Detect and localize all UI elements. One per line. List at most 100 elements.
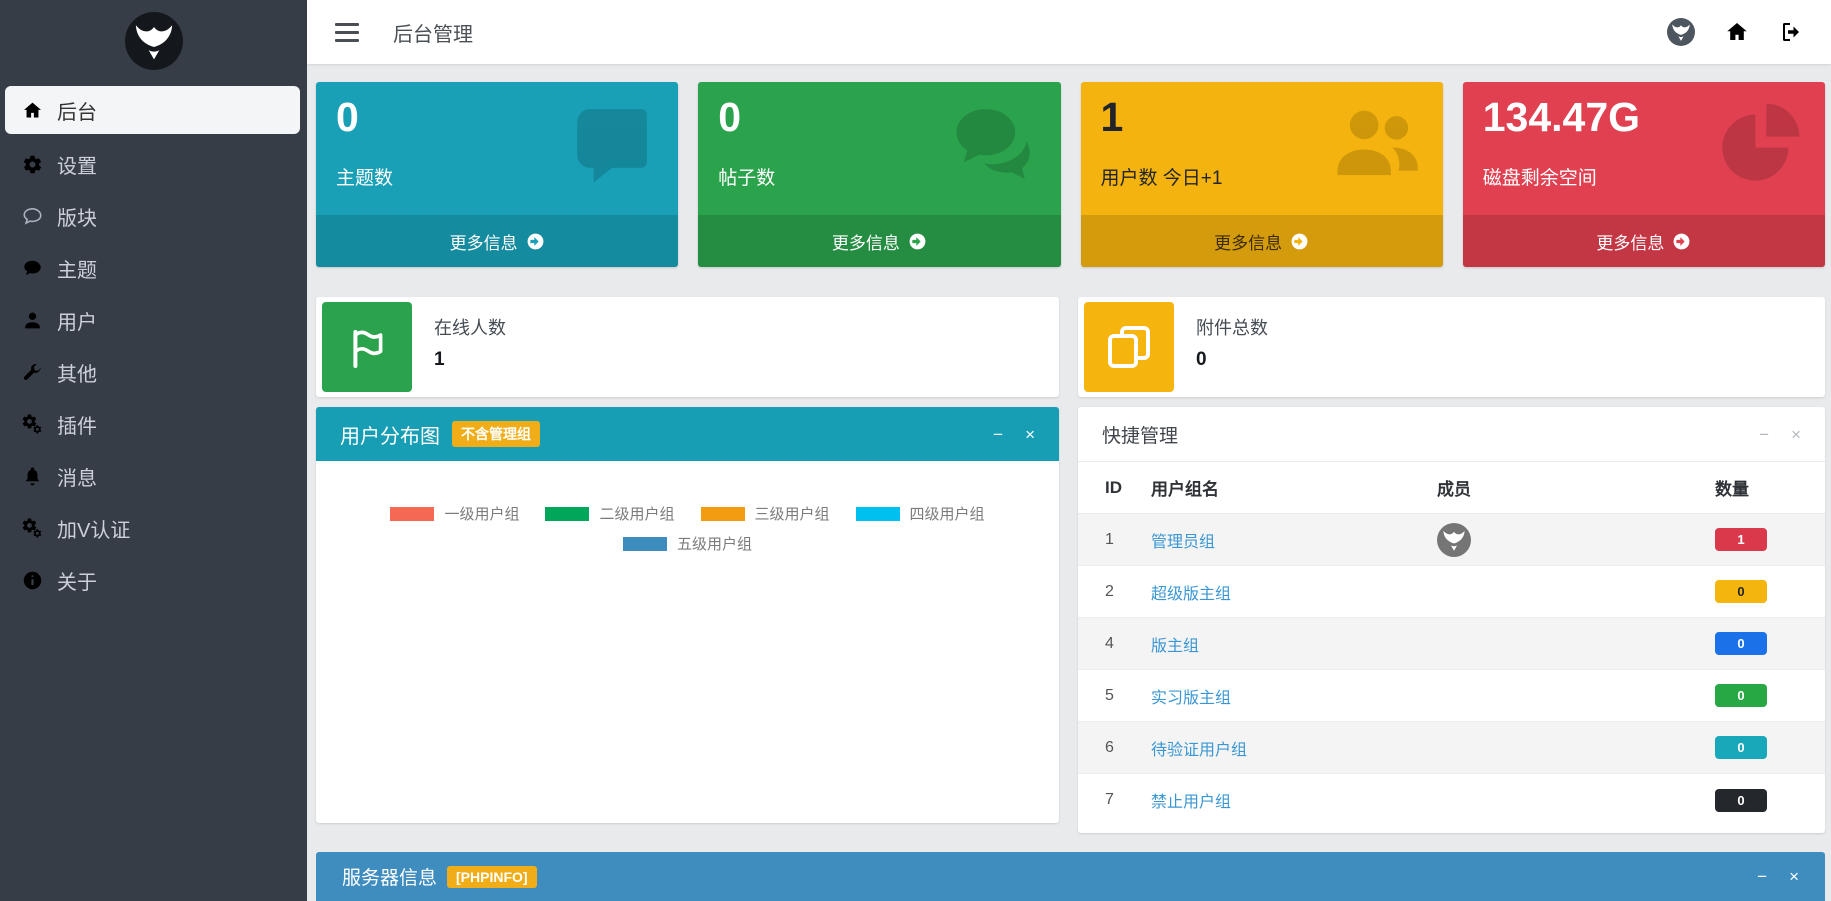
legend-swatch <box>856 507 900 521</box>
column-members: 成员 <box>1437 475 1715 500</box>
sidebar-item-verification[interactable]: 加V认证 <box>0 502 307 554</box>
home-icon <box>22 100 43 121</box>
sidebar-item-label: 后台 <box>57 96 97 125</box>
close-icon[interactable]: × <box>1789 868 1799 885</box>
sidebar-item-plugins[interactable]: 插件 <box>0 398 307 450</box>
more-info-link[interactable]: 更多信息 <box>1081 215 1443 267</box>
count-badge: 0 <box>1715 736 1767 759</box>
row-id: 2 <box>1105 583 1151 601</box>
table-row: 7 禁止用户组 0 <box>1078 774 1825 826</box>
member-avatar[interactable] <box>1437 523 1471 557</box>
sidebar-item-label: 消息 <box>57 462 97 491</box>
table-row: 4 版主组 0 <box>1078 618 1825 670</box>
infobox-value: 0 <box>1196 349 1825 371</box>
stat-card-disk: 134.47G 磁盘剩余空间 更多信息 <box>1463 82 1825 267</box>
table-row: 5 实习版主组 0 <box>1078 670 1825 722</box>
sidebar-item-about[interactable]: 关于 <box>0 554 307 606</box>
sidebar-item-other[interactable]: 其他 <box>0 346 307 398</box>
row-id: 4 <box>1105 635 1151 653</box>
logo-icon <box>125 12 183 70</box>
panel-header: 快捷管理 − × <box>1078 407 1825 461</box>
sidebar-item-users[interactable]: 用户 <box>0 294 307 346</box>
more-info-link[interactable]: 更多信息 <box>316 215 678 267</box>
minimize-icon[interactable]: − <box>993 426 1003 443</box>
sidebar: 后台 设置 版块 主题 用户 其他 插件 消息 <box>0 0 307 901</box>
group-link[interactable]: 禁止用户组 <box>1151 788 1437 812</box>
column-count: 数量 <box>1715 475 1767 500</box>
pie-chart-icon <box>1715 100 1803 188</box>
infobox-label: 在线人数 <box>434 314 1059 340</box>
legend-item: 四级用户组 <box>856 503 985 524</box>
sidebar-item-settings[interactable]: 设置 <box>0 138 307 190</box>
legend-item: 二级用户组 <box>545 503 674 524</box>
legend-swatch <box>390 507 434 521</box>
legend-swatch <box>701 507 745 521</box>
menu-toggle-icon[interactable] <box>335 23 359 42</box>
arrow-circle-right-icon <box>908 232 927 251</box>
profile-avatar[interactable] <box>1667 18 1695 46</box>
users-icon <box>1333 100 1421 188</box>
comment-icon <box>22 258 43 279</box>
infobox-online-users: 在线人数 1 <box>316 297 1059 397</box>
infobox-attachments: 附件总数 0 <box>1078 297 1825 397</box>
count-badge: 0 <box>1715 684 1767 707</box>
stat-card-posts: 0 帖子数 更多信息 <box>698 82 1060 267</box>
count-badge: 0 <box>1715 632 1767 655</box>
sidebar-item-label: 其他 <box>57 358 97 387</box>
table-row: 6 待验证用户组 0 <box>1078 722 1825 774</box>
more-info-link[interactable]: 更多信息 <box>698 215 1060 267</box>
sidebar-item-forums[interactable]: 版块 <box>0 190 307 242</box>
sidebar-item-label: 设置 <box>57 150 97 179</box>
comments-icon <box>951 100 1039 188</box>
group-link[interactable]: 超级版主组 <box>1151 580 1437 604</box>
phpinfo-badge[interactable]: [PHPINFO] <box>447 866 537 888</box>
row-id: 5 <box>1105 687 1151 705</box>
comment-icon <box>568 100 656 188</box>
group-link[interactable]: 版主组 <box>1151 632 1437 656</box>
legend-swatch <box>623 537 667 551</box>
gear-icon <box>22 154 43 175</box>
count-badge: 0 <box>1715 580 1767 603</box>
close-icon[interactable]: × <box>1025 426 1035 443</box>
sidebar-item-label: 插件 <box>57 410 97 439</box>
sidebar-item-messages[interactable]: 消息 <box>0 450 307 502</box>
panel-badge: 不含管理组 <box>452 421 540 447</box>
group-link[interactable]: 待验证用户组 <box>1151 736 1437 760</box>
server-info-panel: 服务器信息 [PHPINFO] − × <box>316 852 1825 901</box>
minimize-icon[interactable]: − <box>1759 426 1769 443</box>
stat-cards-row: 0 主题数 更多信息 0 帖子数 更多信息 1 用户数 今日+1 更多信息 13… <box>316 82 1825 267</box>
count-badge: 1 <box>1715 528 1767 551</box>
group-link[interactable]: 实习版主组 <box>1151 684 1437 708</box>
info-icon <box>22 570 43 591</box>
home-icon[interactable] <box>1725 20 1749 44</box>
copy-icon <box>1084 302 1174 392</box>
sidebar-menu: 后台 设置 版块 主题 用户 其他 插件 消息 <box>0 86 307 606</box>
chart-legend: 一级用户组 二级用户组 三级用户组 四级用户组 五级用户组 <box>316 503 1059 554</box>
navbar-actions <box>1667 18 1803 46</box>
row-id: 6 <box>1105 739 1151 757</box>
top-navbar: 后台管理 <box>307 0 1831 64</box>
sidebar-item-topics[interactable]: 主题 <box>0 242 307 294</box>
column-group-name: 用户组名 <box>1151 475 1437 500</box>
close-icon[interactable]: × <box>1791 426 1801 443</box>
panel-title: 服务器信息 <box>342 863 437 890</box>
minimize-icon[interactable]: − <box>1757 868 1767 885</box>
more-info-link[interactable]: 更多信息 <box>1463 215 1825 267</box>
legend-item: 三级用户组 <box>701 503 830 524</box>
group-link[interactable]: 管理员组 <box>1151 528 1437 552</box>
sidebar-item-label: 主题 <box>57 254 97 283</box>
comment-outline-icon <box>22 206 43 227</box>
sidebar-item-backend[interactable]: 后台 <box>5 86 300 134</box>
count-badge: 0 <box>1715 789 1767 812</box>
row-id: 1 <box>1105 531 1151 549</box>
wrench-icon <box>22 362 43 383</box>
bell-icon <box>22 466 43 487</box>
sign-out-icon[interactable] <box>1779 20 1803 44</box>
row-id: 7 <box>1105 791 1151 809</box>
stat-card-topics: 0 主题数 更多信息 <box>316 82 678 267</box>
infobox-value: 1 <box>434 349 1059 371</box>
panel-title: 用户分布图 <box>340 420 440 449</box>
sidebar-item-label: 版块 <box>57 202 97 231</box>
table-row: 2 超级版主组 0 <box>1078 566 1825 618</box>
table-row: 1 管理员组 1 <box>1078 514 1825 566</box>
